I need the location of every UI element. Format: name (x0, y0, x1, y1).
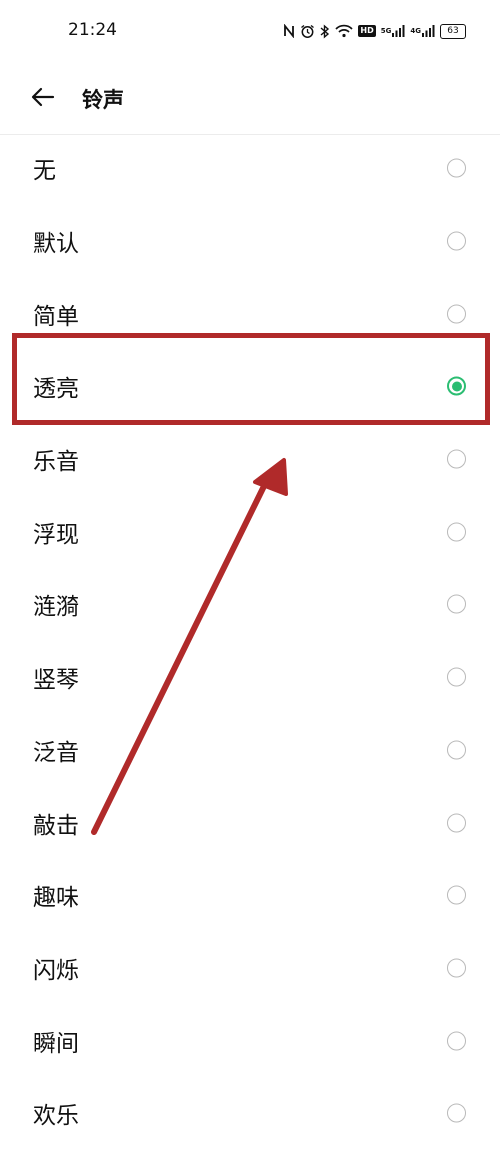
radio-button[interactable] (447, 813, 466, 833)
ringtone-row-selected[interactable]: 透亮 (0, 350, 500, 423)
ringtone-label: 透亮 (33, 376, 79, 403)
radio-button[interactable] (447, 449, 466, 469)
radio-button[interactable] (447, 885, 466, 905)
status-time: 21:24 (68, 20, 117, 40)
radio-button[interactable] (447, 1031, 466, 1051)
ringtone-row[interactable]: 泛音 (0, 714, 500, 787)
radio-button[interactable] (447, 1103, 466, 1123)
ringtone-row[interactable]: 趣味 (0, 859, 500, 932)
ringtone-row[interactable]: 闪烁 (0, 932, 500, 1005)
ringtone-label: 趣味 (33, 885, 79, 912)
ringtone-label: 简单 (33, 303, 79, 330)
ringtone-label: 乐音 (33, 449, 79, 476)
ringtone-label: 泛音 (33, 739, 79, 766)
battery-icon: 63 (440, 23, 466, 39)
ringtone-label: 瞬间 (33, 1030, 79, 1057)
radio-button[interactable] (447, 158, 466, 178)
ringtone-row[interactable]: 敲击 (0, 786, 500, 859)
wifi-icon (335, 24, 354, 38)
ringtone-row[interactable]: 涟漪 (0, 568, 500, 641)
ringtone-row[interactable]: 简单 (0, 277, 500, 350)
ringtone-row[interactable]: 无 (0, 132, 500, 205)
bluetooth-icon (320, 23, 330, 39)
status-bar: 21:24 HD 5G 4G 63 (0, 0, 500, 64)
ringtone-row[interactable]: 浮现 (0, 495, 500, 568)
radio-button[interactable] (447, 522, 466, 542)
ringtone-label: 竖琴 (33, 667, 79, 694)
radio-button[interactable] (447, 740, 466, 760)
alarm-icon (300, 24, 315, 39)
back-button[interactable] (26, 82, 60, 116)
ringtone-label: 涟漪 (33, 594, 79, 621)
ringtone-label: 欢乐 (33, 1103, 79, 1130)
nfc-icon (283, 24, 295, 38)
hd-badge: HD (358, 25, 376, 37)
ringtone-row[interactable]: 默认 (0, 205, 500, 278)
ringtone-label: 无 (33, 158, 56, 185)
radio-button[interactable] (447, 231, 466, 251)
radio-button[interactable] (447, 958, 466, 978)
radio-button[interactable] (447, 304, 466, 324)
radio-button[interactable] (447, 594, 466, 614)
page-title: 铃声 (82, 88, 124, 112)
status-icons: HD 5G 4G 63 (283, 20, 466, 42)
radio-button-checked[interactable] (447, 376, 466, 396)
signal-5g-icon: 5G (381, 24, 406, 38)
ringtone-row[interactable]: 欢乐 (0, 1077, 500, 1150)
ringtone-row[interactable]: 瞬间 (0, 1004, 500, 1077)
ringtone-label: 默认 (33, 231, 79, 258)
ringtone-label: 浮现 (33, 521, 79, 548)
ringtone-row[interactable]: 乐音 (0, 423, 500, 496)
back-arrow-icon (31, 87, 55, 111)
radio-button[interactable] (447, 667, 466, 687)
ringtone-list: 无 默认 简单 透亮 乐音 浮现 涟漪 竖琴 泛音 敲击 趣味 闪烁 瞬间 欢乐 (0, 132, 500, 1150)
ringtone-row[interactable]: 竖琴 (0, 641, 500, 714)
header-bar: 铃声 (0, 64, 500, 135)
ringtone-label: 闪烁 (33, 957, 79, 984)
ringtone-label: 敲击 (33, 812, 79, 839)
signal-4g-icon: 4G (410, 24, 435, 38)
